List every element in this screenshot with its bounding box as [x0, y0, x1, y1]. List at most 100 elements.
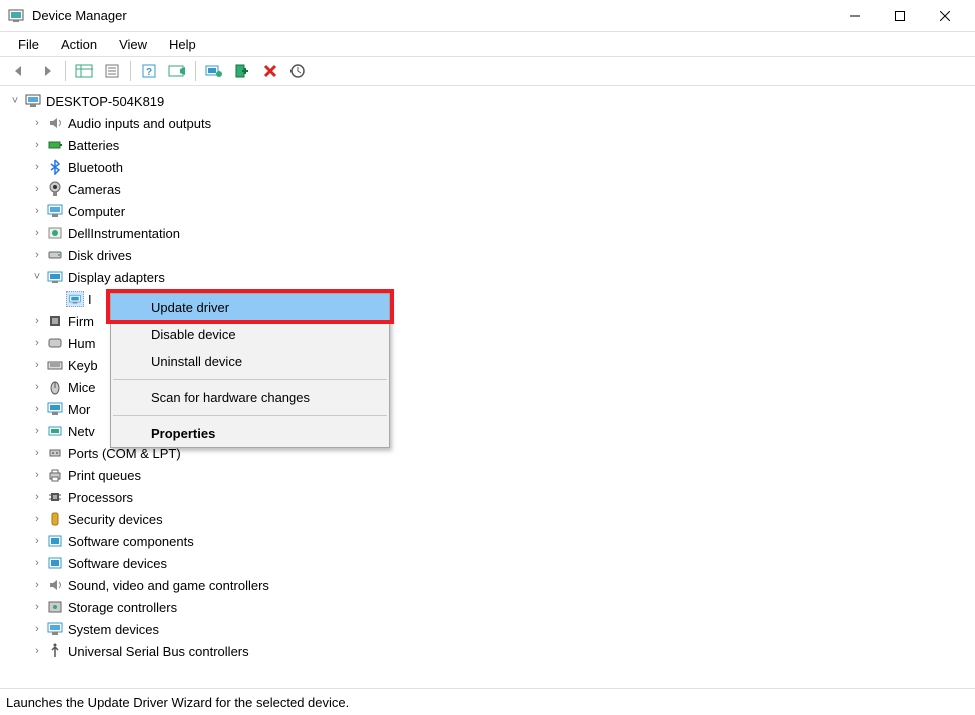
expand-icon[interactable]: ›	[30, 447, 44, 459]
expand-icon[interactable]: ›	[30, 491, 44, 503]
expand-icon[interactable]: ›	[30, 601, 44, 613]
device-icon	[46, 225, 64, 241]
expand-icon[interactable]: ›	[30, 623, 44, 635]
maximize-button[interactable]	[877, 1, 922, 31]
tree-item-label: Security devices	[68, 512, 163, 527]
properties-button[interactable]	[99, 59, 125, 83]
toolbar-separator	[195, 61, 196, 81]
minimize-button[interactable]	[832, 1, 877, 31]
context-menu-properties[interactable]: Properties	[111, 420, 389, 447]
tree-item-computer[interactable]: › Computer	[24, 200, 973, 222]
tree-item-print-queues[interactable]: ›Print queues	[24, 464, 973, 486]
uninstall-device-toolbar-button[interactable]	[257, 59, 283, 83]
tree-item-label: Hum	[68, 336, 95, 351]
menu-help[interactable]: Help	[159, 35, 206, 54]
expand-icon[interactable]: ›	[30, 337, 44, 349]
tree-item-display-adapters[interactable]: ˅ Display adapters	[24, 266, 973, 288]
collapse-icon[interactable]: ˅	[30, 271, 44, 283]
expand-icon[interactable]: ›	[30, 359, 44, 371]
network-icon	[46, 423, 64, 439]
system-icon	[46, 621, 64, 637]
expand-icon[interactable]: ›	[30, 579, 44, 591]
keyboard-icon	[46, 357, 64, 373]
context-menu-separator	[113, 415, 387, 416]
expand-icon[interactable]: ›	[30, 425, 44, 437]
expand-icon[interactable]: ›	[30, 557, 44, 569]
mouse-icon	[46, 379, 64, 395]
expand-icon[interactable]: ›	[30, 513, 44, 525]
scan-changes-toolbar-button[interactable]	[285, 59, 311, 83]
tree-item-processors[interactable]: ›Processors	[24, 486, 973, 508]
expand-icon[interactable]: ›	[30, 381, 44, 393]
tree-item-usb[interactable]: ›Universal Serial Bus controllers	[24, 640, 973, 662]
show-hide-console-button[interactable]	[71, 59, 97, 83]
expand-icon[interactable]: ›	[30, 403, 44, 415]
tree-item-dellinstrumentation[interactable]: ›DellInstrumentation	[24, 222, 973, 244]
context-menu-uninstall-device[interactable]: Uninstall device	[111, 348, 389, 375]
expand-icon[interactable]: ›	[30, 469, 44, 481]
window-title: Device Manager	[32, 8, 832, 23]
disable-device-toolbar-button[interactable]	[229, 59, 255, 83]
computer-icon	[24, 93, 42, 109]
tree-item-label: I	[88, 292, 92, 307]
status-text: Launches the Update Driver Wizard for th…	[6, 695, 349, 710]
expand-icon[interactable]: ›	[30, 183, 44, 195]
menu-action[interactable]: Action	[51, 35, 107, 54]
tree-item-system-devices[interactable]: ›System devices	[24, 618, 973, 640]
statusbar: Launches the Update Driver Wizard for th…	[0, 689, 975, 715]
expand-icon[interactable]: ›	[30, 535, 44, 547]
forward-button[interactable]	[34, 59, 60, 83]
tree-item-software-components[interactable]: ›Software components	[24, 530, 973, 552]
tree-item-label: Bluetooth	[68, 160, 123, 175]
tree-item-security[interactable]: › Security devices	[24, 508, 973, 530]
expand-icon[interactable]: ›	[30, 117, 44, 129]
context-menu-scan[interactable]: Scan for hardware changes	[111, 384, 389, 411]
tree-item-audio[interactable]: › Audio inputs and outputs	[24, 112, 973, 134]
context-menu-disable-device[interactable]: Disable device	[111, 321, 389, 348]
scan-hardware-button[interactable]	[164, 59, 190, 83]
tree-item-cameras[interactable]: ›Cameras	[24, 178, 973, 200]
tree-item-label: Display adapters	[68, 270, 165, 285]
tree-item-bluetooth[interactable]: › Bluetooth	[24, 156, 973, 178]
display-adapter-icon	[46, 269, 64, 285]
processor-icon	[46, 489, 64, 505]
audio-icon	[46, 577, 64, 593]
update-driver-toolbar-button[interactable]	[201, 59, 227, 83]
display-adapter-icon	[66, 291, 84, 307]
close-button[interactable]	[922, 1, 967, 31]
tree-item-software-devices[interactable]: › Software devices	[24, 552, 973, 574]
menu-file[interactable]: File	[8, 35, 49, 54]
tree-item-storage[interactable]: ›Storage controllers	[24, 596, 973, 618]
tree-item-label: Batteries	[68, 138, 119, 153]
tree-item-label: Audio inputs and outputs	[68, 116, 211, 131]
back-button[interactable]	[6, 59, 32, 83]
tree-item-label: Disk drives	[68, 248, 132, 263]
bluetooth-icon	[46, 159, 64, 175]
expand-icon[interactable]: ›	[30, 161, 44, 173]
tree-item-label: Firm	[68, 314, 94, 329]
printer-icon	[46, 467, 64, 483]
tree-item-label: Software devices	[68, 556, 167, 571]
content-area: ˅ DESKTOP-504K819 › Audio inputs and outp…	[0, 86, 975, 689]
tree-item-label: Mice	[68, 380, 95, 395]
tree-item-batteries[interactable]: › Batteries	[24, 134, 973, 156]
tree-item-disk-drives[interactable]: › Disk drives	[24, 244, 973, 266]
camera-icon	[46, 181, 64, 197]
ports-icon	[46, 445, 64, 461]
context-menu-update-driver[interactable]: Update driver	[111, 294, 389, 321]
tree-item-label: Computer	[68, 204, 125, 219]
expand-icon[interactable]: ›	[30, 205, 44, 217]
expand-icon[interactable]: ›	[30, 645, 44, 657]
expand-icon[interactable]: ›	[30, 227, 44, 239]
tree-root-label: DESKTOP-504K819	[46, 94, 164, 109]
titlebar: Device Manager	[0, 0, 975, 32]
tree-root[interactable]: ˅ DESKTOP-504K819	[2, 90, 973, 112]
expand-icon[interactable]: ›	[30, 249, 44, 261]
expand-icon[interactable]: ›	[30, 139, 44, 151]
tree-item-sound[interactable]: ›Sound, video and game controllers	[24, 574, 973, 596]
collapse-icon[interactable]: ˅	[8, 95, 22, 107]
firmware-icon	[46, 313, 64, 329]
menu-view[interactable]: View	[109, 35, 157, 54]
help-button[interactable]: ?	[136, 59, 162, 83]
expand-icon[interactable]: ›	[30, 315, 44, 327]
